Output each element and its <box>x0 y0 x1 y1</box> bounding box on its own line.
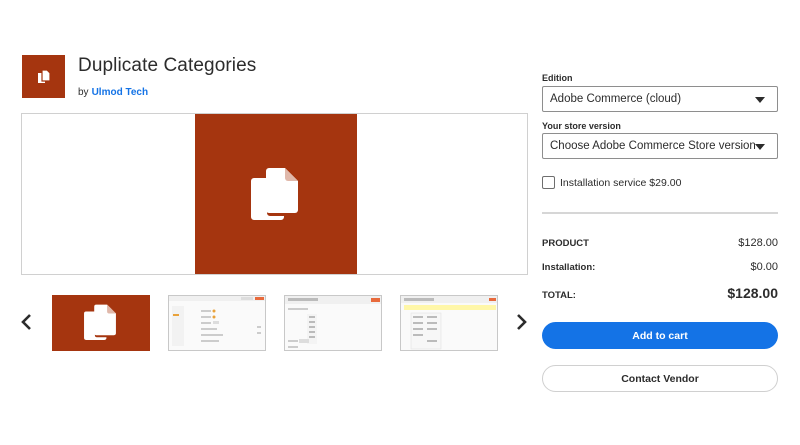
gallery-next-button[interactable] <box>514 311 530 333</box>
gallery-thumbnail-2[interactable] <box>168 295 266 351</box>
screenshot-preview <box>169 296 265 346</box>
divider <box>542 212 778 214</box>
gallery-thumbnail-4[interactable] <box>400 295 498 351</box>
product-price-value: $128.00 <box>738 237 778 249</box>
product-title: Duplicate Categories <box>78 55 257 76</box>
installation-price-label: Installation: <box>542 262 596 273</box>
edition-select[interactable]: Adobe Commerce (cloud) <box>542 86 778 112</box>
screenshot-preview <box>285 296 381 348</box>
add-to-cart-button[interactable]: Add to cart <box>542 322 778 349</box>
chevron-down-icon <box>755 144 765 150</box>
gallery-prev-button[interactable] <box>18 311 34 333</box>
total-label: TOTAL: <box>542 290 576 301</box>
product-byline: by Ulmod Tech <box>78 87 148 98</box>
gallery-thumbnail-3[interactable] <box>284 295 382 351</box>
summary-product-row: PRODUCT $128.00 <box>542 237 778 249</box>
store-version-select[interactable]: Choose Adobe Commerce Store version <box>542 133 778 159</box>
duplicate-files-icon <box>251 168 298 220</box>
installation-price-value: $0.00 <box>750 261 778 273</box>
edition-value: Adobe Commerce (cloud) <box>550 93 682 105</box>
edition-label: Edition <box>542 73 573 83</box>
screenshot-preview <box>401 296 497 350</box>
installation-service-option[interactable]: Installation service $29.00 <box>542 176 681 189</box>
gallery-main-image <box>21 113 528 275</box>
product-price-label: PRODUCT <box>542 238 589 249</box>
contact-vendor-button[interactable]: Contact Vendor <box>542 365 778 392</box>
product-logo <box>22 55 65 98</box>
chevron-down-icon <box>755 97 765 103</box>
duplicate-files-icon <box>37 68 51 83</box>
installation-service-label: Installation service $29.00 <box>560 176 682 189</box>
duplicate-files-icon <box>84 304 116 340</box>
store-version-value: Choose Adobe Commerce Store version <box>550 140 756 152</box>
summary-total-row: TOTAL: $128.00 <box>542 285 778 301</box>
installation-service-checkbox[interactable] <box>542 176 555 189</box>
chevron-left-icon <box>21 314 31 330</box>
gallery-thumbnail-1[interactable] <box>52 295 150 351</box>
chevron-right-icon <box>517 314 527 330</box>
summary-installation-row: Installation: $0.00 <box>542 261 778 273</box>
hero-logo <box>195 114 357 274</box>
by-text: by <box>78 87 89 98</box>
vendor-link[interactable]: Ulmod Tech <box>92 87 148 98</box>
store-version-label: Your store version <box>542 121 621 131</box>
total-value: $128.00 <box>727 285 778 301</box>
